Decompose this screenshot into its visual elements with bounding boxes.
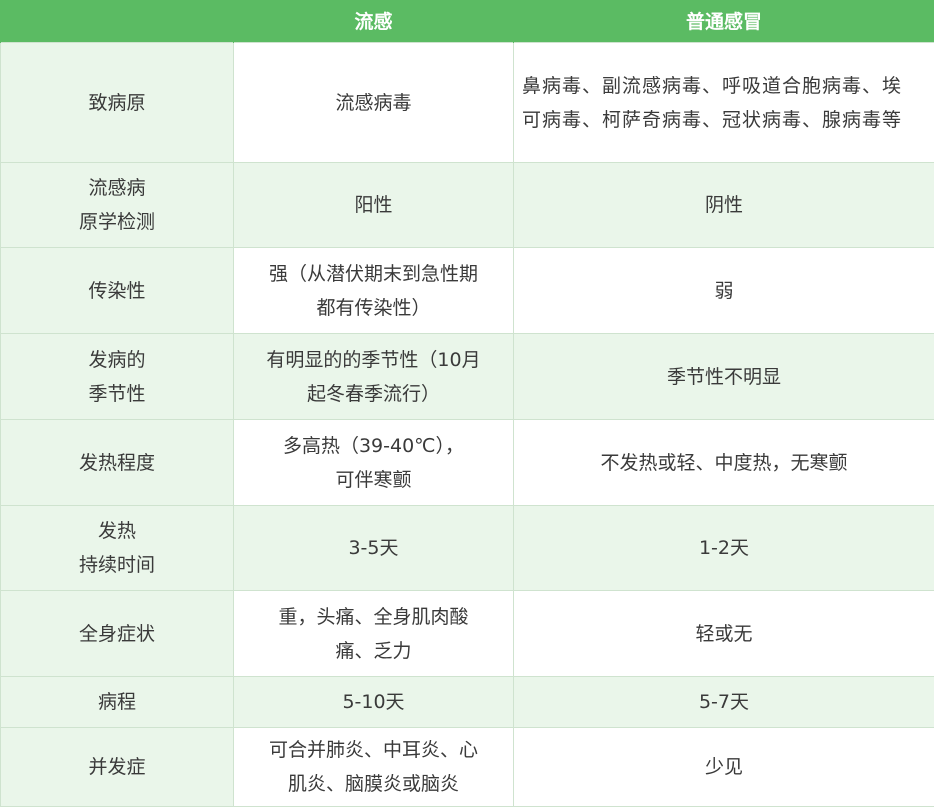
row-label: 传染性	[1, 248, 234, 334]
header-row: 流感 普通感冒	[1, 1, 934, 43]
flu-cell: 重，头痛、全身肌肉酸痛、乏力	[234, 591, 514, 677]
table-row: 发热持续时间 3-5天 1-2天	[1, 506, 934, 591]
flu-cell: 3-5天	[234, 506, 514, 591]
row-label: 发病的季节性	[1, 334, 234, 420]
flu-cell: 阳性	[234, 163, 514, 248]
flu-cell: 5-10天	[234, 677, 514, 728]
flu-cell: 流感病毒	[234, 43, 514, 163]
table-row: 并发症 可合并肺炎、中耳炎、心肌炎、脑膜炎或脑炎 少见	[1, 728, 934, 807]
cold-cell: 季节性不明显	[514, 334, 934, 420]
flu-cell: 多高热（39-40℃），可伴寒颤	[234, 420, 514, 506]
row-label: 病程	[1, 677, 234, 728]
row-label: 流感病原学检测	[1, 163, 234, 248]
cold-cell: 鼻病毒、副流感病毒、呼吸道合胞病毒、埃可病毒、柯萨奇病毒、冠状病毒、腺病毒等	[514, 43, 934, 163]
header-flu: 流感	[234, 1, 514, 43]
flu-cell: 有明显的的季节性（10月起冬春季流行）	[234, 334, 514, 420]
cold-cell: 阴性	[514, 163, 934, 248]
cold-cell: 不发热或轻、中度热，无寒颤	[514, 420, 934, 506]
table-row: 发病的季节性 有明显的的季节性（10月起冬春季流行） 季节性不明显	[1, 334, 934, 420]
row-label: 并发症	[1, 728, 234, 807]
table-row: 致病原 流感病毒 鼻病毒、副流感病毒、呼吸道合胞病毒、埃可病毒、柯萨奇病毒、冠状…	[1, 43, 934, 163]
cold-cell: 弱	[514, 248, 934, 334]
flu-cell: 强（从潜伏期末到急性期都有传染性）	[234, 248, 514, 334]
cold-cell: 1-2天	[514, 506, 934, 591]
row-label: 致病原	[1, 43, 234, 163]
header-common-cold: 普通感冒	[514, 1, 934, 43]
row-label: 发热持续时间	[1, 506, 234, 591]
table-row: 发热程度 多高热（39-40℃），可伴寒颤 不发热或轻、中度热，无寒颤	[1, 420, 934, 506]
table-row: 传染性 强（从潜伏期末到急性期都有传染性） 弱	[1, 248, 934, 334]
row-label: 全身症状	[1, 591, 234, 677]
cold-cell: 少见	[514, 728, 934, 807]
flu-cell: 可合并肺炎、中耳炎、心肌炎、脑膜炎或脑炎	[234, 728, 514, 807]
comparison-table: 流感 普通感冒 致病原 流感病毒 鼻病毒、副流感病毒、呼吸道合胞病毒、埃可病毒、…	[0, 0, 934, 807]
table-row: 病程 5-10天 5-7天	[1, 677, 934, 728]
header-corner	[1, 1, 234, 43]
cold-cell: 5-7天	[514, 677, 934, 728]
table-row: 全身症状 重，头痛、全身肌肉酸痛、乏力 轻或无	[1, 591, 934, 677]
cold-cell: 轻或无	[514, 591, 934, 677]
row-label: 发热程度	[1, 420, 234, 506]
table-row: 流感病原学检测 阳性 阴性	[1, 163, 934, 248]
